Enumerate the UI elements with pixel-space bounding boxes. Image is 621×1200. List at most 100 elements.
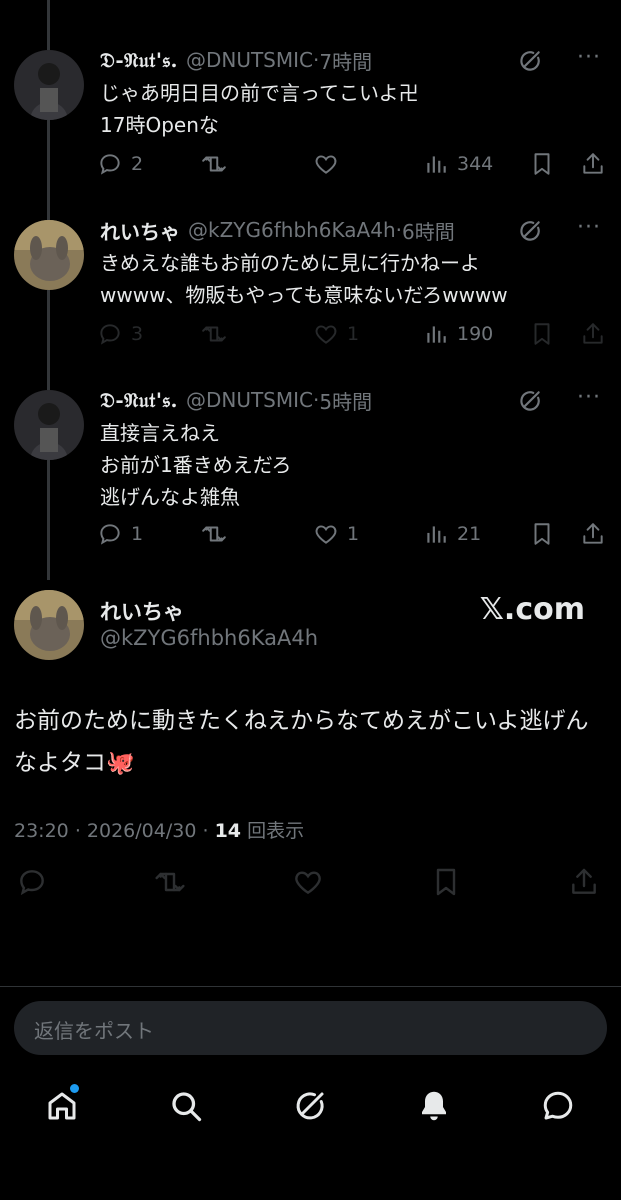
messages-icon bbox=[540, 1088, 576, 1124]
reply-count: 1 bbox=[131, 523, 144, 545]
bookmark-icon bbox=[529, 521, 555, 547]
post-time[interactable]: 5時間 bbox=[319, 386, 372, 415]
display-name[interactable]: 𝔇-𝔑𝔲𝔱'𝔰. bbox=[100, 388, 178, 412]
share-button[interactable] bbox=[580, 321, 606, 347]
user-handle[interactable]: @DNUTSMIC bbox=[186, 388, 313, 412]
previous-post-actions-stub bbox=[0, 0, 621, 10]
bookmark-button[interactable] bbox=[529, 321, 555, 347]
post-time[interactable]: 7時間 bbox=[319, 46, 372, 75]
reply-button[interactable]: 1 bbox=[97, 521, 143, 547]
repost-button[interactable] bbox=[154, 866, 186, 902]
tab-grok[interactable] bbox=[292, 1088, 328, 1128]
view-count: 21 bbox=[457, 523, 482, 545]
like-button[interactable]: 1 bbox=[313, 321, 359, 347]
display-name[interactable]: れいちゃ bbox=[100, 596, 184, 626]
repost-icon bbox=[201, 521, 227, 547]
more-options-icon[interactable]: ··· bbox=[577, 45, 601, 70]
reply-button[interactable]: 3 bbox=[97, 321, 143, 347]
tweet[interactable]: 𝔇-𝔑𝔲𝔱'𝔰. @DNUTSMIC · 5時間 ··· 直接言えねえ お前が1… bbox=[0, 380, 621, 570]
tab-notifications[interactable] bbox=[416, 1088, 452, 1128]
heart-icon bbox=[313, 151, 339, 177]
share-button[interactable] bbox=[580, 151, 606, 177]
notifications-icon bbox=[416, 1088, 452, 1124]
bookmark-icon bbox=[529, 151, 555, 177]
tweet-text: きめえな誰もお前のために見に行かねーよ wwww、物販もやっても意味ないだろww… bbox=[100, 251, 508, 307]
reply-count: 3 bbox=[131, 323, 144, 345]
post-metadata: 23:20 · 2026/04/30 · 14 回表示 bbox=[14, 816, 304, 843]
x-watermark: 𝕏.com bbox=[479, 592, 585, 627]
bookmark-button[interactable] bbox=[529, 521, 555, 547]
user-handle[interactable]: @DNUTSMIC bbox=[186, 48, 313, 72]
grok-icon bbox=[292, 1088, 328, 1124]
avatar[interactable] bbox=[14, 590, 84, 660]
share-icon bbox=[580, 321, 606, 347]
user-handle[interactable]: @kZYG6fhbh6KaA4h bbox=[100, 626, 318, 650]
tab-messages[interactable] bbox=[540, 1088, 576, 1128]
tweet-header: 𝔇-𝔑𝔲𝔱'𝔰. @DNUTSMIC · 5時間 ··· bbox=[100, 385, 601, 415]
like-count: 1 bbox=[347, 323, 360, 345]
tab-search[interactable] bbox=[168, 1088, 204, 1128]
grok-icon[interactable] bbox=[517, 48, 543, 74]
like-button[interactable]: 1 bbox=[313, 521, 359, 547]
tweet-actions: 2 344 bbox=[97, 144, 607, 184]
bookmark-button[interactable] bbox=[529, 151, 555, 177]
like-button[interactable] bbox=[313, 151, 339, 177]
post-date: 2026/04/30 bbox=[86, 820, 197, 842]
grok-icon[interactable] bbox=[517, 388, 543, 414]
tweet[interactable]: 𝔇-𝔑𝔲𝔱'𝔰. @DNUTSMIC · 7時間 ··· じゃあ明日目の前で言っ… bbox=[0, 40, 621, 200]
views-icon bbox=[423, 321, 449, 347]
bookmark-button[interactable] bbox=[430, 866, 462, 902]
display-name[interactable]: れいちゃ bbox=[100, 216, 180, 245]
reply-icon bbox=[97, 521, 123, 547]
tweet-text: 直接言えねえ お前が1番きめえだろ 逃げんなよ雑魚 bbox=[100, 421, 292, 509]
more-options-icon[interactable]: ··· bbox=[577, 385, 601, 410]
reply-icon bbox=[16, 866, 48, 898]
divider bbox=[0, 986, 621, 987]
view-count: 344 bbox=[457, 153, 494, 175]
bottom-nav bbox=[0, 1070, 621, 1150]
views-button[interactable]: 190 bbox=[423, 321, 493, 347]
grok-icon[interactable] bbox=[517, 218, 543, 244]
avatar[interactable] bbox=[14, 390, 84, 460]
repost-icon bbox=[201, 151, 227, 177]
views-label: 回表示 bbox=[247, 820, 305, 842]
tab-home[interactable] bbox=[44, 1084, 80, 1128]
repost-icon bbox=[201, 321, 227, 347]
avatar[interactable] bbox=[14, 50, 84, 120]
reply-button[interactable]: 2 bbox=[97, 151, 143, 177]
reply-icon bbox=[97, 321, 123, 347]
repost-icon bbox=[154, 866, 186, 898]
separator-dot: · bbox=[202, 820, 215, 842]
notification-dot bbox=[70, 1084, 79, 1093]
reply-input[interactable]: 返信をポスト bbox=[14, 1001, 607, 1055]
display-name[interactable]: 𝔇-𝔑𝔲𝔱'𝔰. bbox=[100, 48, 178, 72]
reply-placeholder: 返信をポスト bbox=[34, 1019, 154, 1043]
post-time[interactable]: 6時間 bbox=[402, 216, 455, 245]
user-handle[interactable]: @kZYG6fhbh6KaA4h bbox=[188, 218, 396, 242]
share-button[interactable] bbox=[580, 521, 606, 547]
views-icon bbox=[423, 521, 449, 547]
reply-button[interactable] bbox=[16, 866, 48, 902]
like-button[interactable] bbox=[292, 866, 324, 902]
share-icon bbox=[580, 521, 606, 547]
bookmark-icon bbox=[430, 866, 462, 898]
tweet-actions: 3 1 190 bbox=[97, 314, 607, 354]
share-icon bbox=[580, 151, 606, 177]
repost-button[interactable] bbox=[201, 151, 227, 177]
tweet[interactable]: れいちゃ @kZYG6fhbh6KaA4h · 6時間 ··· きめえな誰もお前… bbox=[0, 210, 621, 370]
post-time: 23:20 bbox=[14, 820, 69, 842]
views-button[interactable]: 21 bbox=[423, 521, 481, 547]
main-post-actions bbox=[16, 866, 606, 906]
bookmark-icon bbox=[529, 321, 555, 347]
reply-count: 2 bbox=[131, 153, 144, 175]
heart-icon bbox=[313, 321, 339, 347]
repost-button[interactable] bbox=[201, 521, 227, 547]
share-button[interactable] bbox=[568, 866, 600, 902]
heart-icon bbox=[313, 521, 339, 547]
repost-button[interactable] bbox=[201, 321, 227, 347]
reply-icon bbox=[97, 151, 123, 177]
views-button[interactable]: 344 bbox=[423, 151, 493, 177]
avatar[interactable] bbox=[14, 220, 84, 290]
view-count: 190 bbox=[457, 323, 494, 345]
more-options-icon[interactable]: ··· bbox=[577, 215, 601, 240]
